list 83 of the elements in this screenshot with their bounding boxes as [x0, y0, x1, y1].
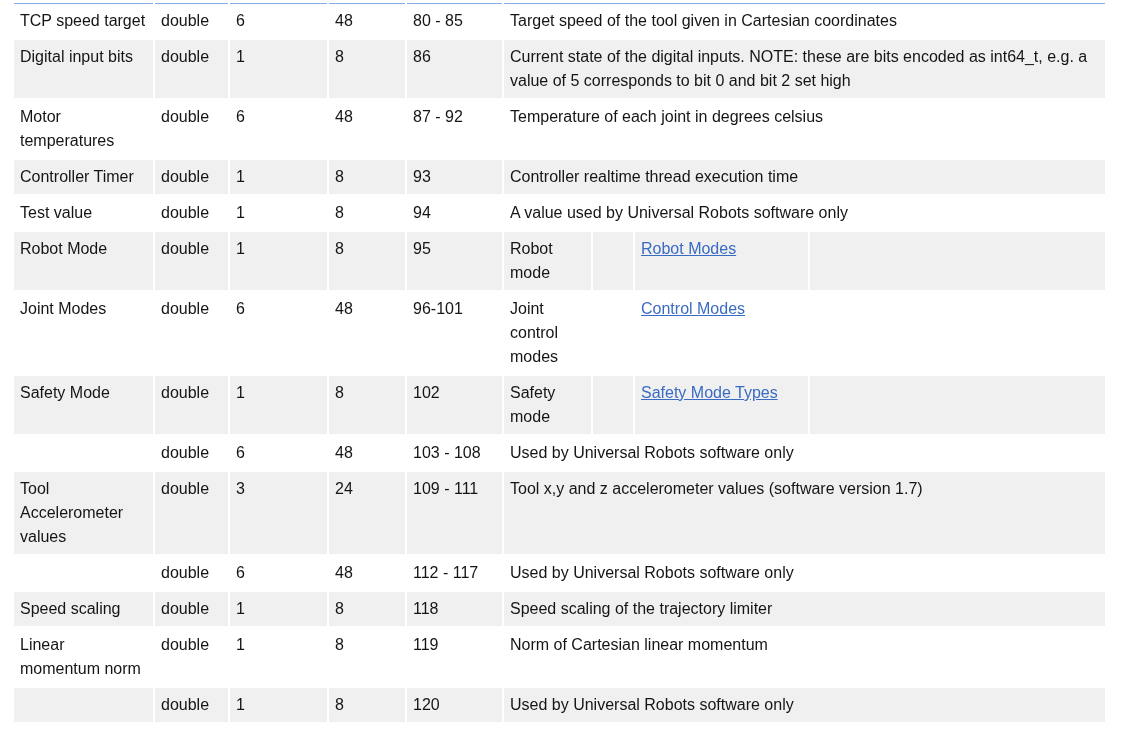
- table-cell: 103 - 108: [413, 444, 481, 461]
- table-cell: 8: [335, 384, 344, 401]
- table-cell: 8: [335, 600, 344, 617]
- table-cell: 3: [236, 480, 245, 497]
- table-cell: Robot mode: [510, 240, 553, 281]
- table-cell: A value used by Universal Robots software only: [510, 204, 848, 221]
- table-cell: Digital input bits: [20, 48, 133, 65]
- table-cell: Joint Modes: [20, 300, 107, 317]
- table-cell: double: [161, 600, 210, 617]
- table-cell: 6: [236, 564, 245, 581]
- table-cell: 95: [413, 240, 431, 257]
- table-cell: 1: [236, 696, 245, 713]
- table-cell: Temperature of each joint in degrees celsius: [510, 108, 824, 125]
- table-cell: 86: [413, 48, 431, 65]
- table-cell: 48: [335, 444, 353, 461]
- table-cell: 87 - 92: [413, 108, 463, 125]
- table-cell: Speed scaling of the trajectory limiter: [510, 600, 773, 617]
- table-cell: 6: [236, 444, 245, 461]
- table-cell: 8: [335, 696, 344, 713]
- table-cell: 8: [335, 204, 344, 221]
- table-cell: double: [161, 300, 210, 317]
- table-cell: double: [161, 636, 210, 653]
- table-cell: Used by Universal Robots software only: [510, 564, 794, 581]
- table-cell: 102: [413, 384, 440, 401]
- table-cell: Used by Universal Robots software only: [510, 696, 794, 713]
- table-cell: 1: [236, 384, 245, 401]
- table-cell: Controller Timer: [20, 168, 134, 185]
- table-cell: Norm of Cartesian linear momentum: [510, 636, 768, 653]
- table-cell: double: [161, 12, 210, 29]
- table-cell: 8: [335, 48, 344, 65]
- table-cell: Used by Universal Robots software only: [510, 444, 794, 461]
- table-cell: double: [161, 480, 210, 497]
- table-cell: Speed scaling: [20, 600, 121, 617]
- table-cell: 8: [335, 168, 344, 185]
- table-cell: 48: [335, 108, 353, 125]
- table-cell: 8: [335, 240, 344, 257]
- table-cell: 120: [413, 696, 440, 713]
- table-cell: 6: [236, 12, 245, 29]
- table-cell: 94: [413, 204, 431, 221]
- table-cell: double: [161, 204, 210, 221]
- table-cell: Current state of the digital inputs. NOTE: these are bits encoded as int64_t, e.g. a value of 5 corresponds to bit 0 and bit 2 set high: [510, 48, 1088, 89]
- table-cell: 118: [413, 600, 439, 617]
- table-cell: 8: [335, 636, 344, 653]
- table-cell: Test value: [20, 204, 93, 221]
- table-cell: Joint control modes: [510, 300, 559, 365]
- table-cell: 48: [335, 12, 353, 29]
- table-cell: 1: [236, 636, 245, 653]
- table-cell: Tool Accelerometer values: [20, 480, 124, 545]
- table-cell: 112 - 117: [413, 564, 479, 581]
- table-cell: 24: [335, 480, 353, 497]
- link[interactable]: Control Modes: [641, 300, 746, 317]
- table-cell: double: [161, 48, 210, 65]
- table-cell: 1: [236, 168, 245, 185]
- table-cell: Motor temperatures: [20, 108, 115, 149]
- link[interactable]: Robot Modes: [641, 240, 737, 257]
- table-cell: double: [161, 444, 210, 461]
- table-cell: double: [161, 696, 210, 713]
- table-cell: 48: [335, 564, 353, 581]
- table-cell: double: [161, 108, 210, 125]
- table-cell: Controller realtime thread execution time: [510, 168, 799, 185]
- table-cell: double: [161, 384, 210, 401]
- table-cell: 1: [236, 240, 245, 257]
- table-cell: Safety Mode: [20, 384, 110, 401]
- table-cell: Tool x,y and z accelerometer values (software version 1.7): [510, 480, 923, 497]
- table-cell: TCP speed target: [20, 12, 146, 29]
- table-cell: Robot Mode: [20, 240, 108, 257]
- table-cell: Safety mode: [510, 384, 556, 425]
- table-cell: 1: [236, 204, 245, 221]
- table-cell: 6: [236, 108, 245, 125]
- table-cell: 80 - 85: [413, 12, 463, 29]
- table-cell: 1: [236, 48, 245, 65]
- table-cell: 6: [236, 300, 245, 317]
- table-cell: 93: [413, 168, 431, 185]
- table-cell: 1: [236, 600, 245, 617]
- table-cell: 119: [413, 636, 439, 653]
- table-cell: 96-101: [413, 300, 463, 317]
- table-cell: 109 - 111: [413, 480, 479, 497]
- table-cell: double: [161, 240, 210, 257]
- table-cell: Linear momentum norm: [20, 636, 141, 677]
- table-cell: double: [161, 564, 210, 581]
- table-cell: Target speed of the tool given in Cartesian coordinates: [510, 12, 897, 29]
- table-cell: double: [161, 168, 210, 185]
- table-cell: 48: [335, 300, 353, 317]
